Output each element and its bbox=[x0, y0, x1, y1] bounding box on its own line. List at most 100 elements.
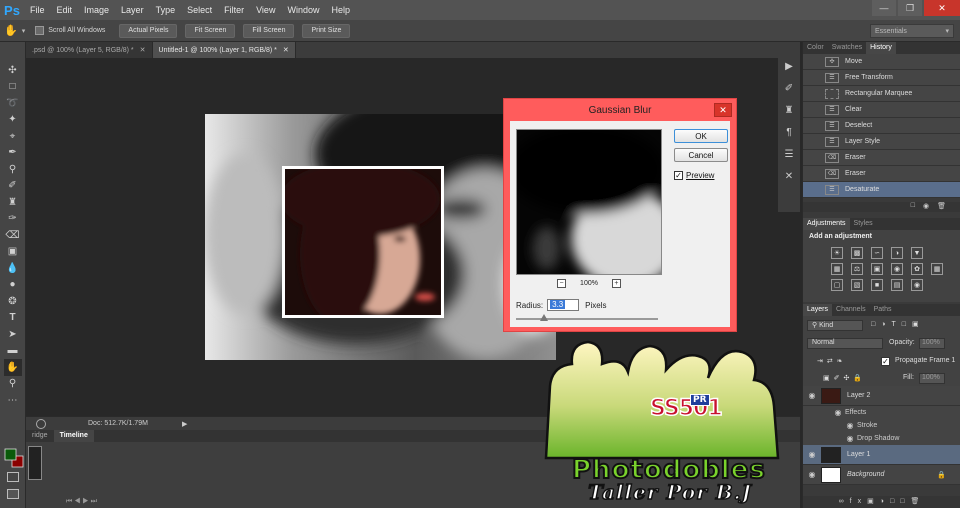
character-panel-icon[interactable]: ¶ bbox=[781, 124, 797, 140]
channel-mixer-icon[interactable]: ✿ bbox=[911, 263, 923, 275]
ok-button[interactable]: OK bbox=[674, 129, 728, 143]
magic-wand-tool-icon[interactable]: ✦ bbox=[4, 112, 22, 129]
radius-slider-thumb[interactable] bbox=[540, 314, 548, 321]
history-item[interactable]: ✣ Move bbox=[803, 54, 960, 70]
hand-tool-icon[interactable]: ✋ bbox=[4, 24, 18, 37]
history-item[interactable]: ☰ Deselect bbox=[803, 118, 960, 134]
tab-channels[interactable]: Channels bbox=[832, 304, 870, 316]
eyedropper-tool-icon[interactable]: ✒ bbox=[4, 145, 22, 162]
shape-tool-icon[interactable]: ▬ bbox=[4, 343, 22, 360]
zoom-out-button[interactable]: − bbox=[557, 278, 567, 288]
tab-paths[interactable]: Paths bbox=[870, 304, 896, 316]
history-brush-tool-icon[interactable]: ✑ bbox=[4, 211, 22, 228]
curves-icon[interactable]: ∽ bbox=[871, 247, 883, 259]
tab-color[interactable]: Color bbox=[803, 42, 828, 54]
gradient-tool-icon[interactable]: ▣ bbox=[4, 244, 22, 261]
filter-preview[interactable] bbox=[516, 129, 662, 275]
radius-input[interactable]: 3.3 bbox=[547, 299, 580, 311]
brush-tool-icon[interactable]: ✐ bbox=[4, 178, 22, 195]
clone-stamp-tool-icon[interactable]: ♜ bbox=[4, 194, 22, 211]
dialog-title-bar[interactable]: Gaussian Blur ✕ bbox=[504, 99, 736, 121]
fit-screen-button[interactable]: Fit Screen bbox=[185, 23, 236, 38]
screen-mode-icon[interactable] bbox=[7, 489, 19, 499]
levels-icon[interactable]: ▩ bbox=[851, 247, 863, 259]
black-white-icon[interactable]: ▣ bbox=[871, 263, 883, 275]
menu-image[interactable]: Image bbox=[78, 0, 115, 20]
lock-icons[interactable]: ▣✐✣🔒 bbox=[823, 374, 866, 382]
tool-presets-icon[interactable]: ☰ bbox=[781, 146, 797, 162]
crop-tool-icon[interactable]: ⌖ bbox=[4, 128, 22, 145]
history-item[interactable]: Rectangular Marquee bbox=[803, 86, 960, 102]
eraser-tool-icon[interactable]: ⌫ bbox=[4, 227, 22, 244]
pen-tool-icon[interactable]: ❂ bbox=[4, 293, 22, 310]
effects-row[interactable]: ◉ Effects bbox=[803, 406, 960, 419]
more-tools-icon[interactable]: ⋯ bbox=[4, 392, 22, 409]
hand-tool-icon[interactable]: ✋ bbox=[3, 359, 22, 376]
blend-mode-select[interactable]: Normal bbox=[807, 338, 883, 349]
marquee-tool-icon[interactable]: □ bbox=[4, 79, 22, 96]
hue-saturation-icon[interactable]: ▦ bbox=[831, 263, 843, 275]
tab-styles[interactable]: Styles bbox=[850, 218, 877, 230]
menu-view[interactable]: View bbox=[250, 0, 281, 20]
unify-icons[interactable]: ⇥⇄❧ bbox=[817, 357, 847, 365]
layer-row[interactable]: ◉ Background 🔒 bbox=[803, 465, 960, 485]
selective-color-icon[interactable]: ◉ bbox=[911, 279, 923, 291]
eye-icon[interactable]: ◉ bbox=[831, 408, 845, 417]
timeline-frame-thumbnail[interactable] bbox=[28, 446, 42, 480]
doc-tab-psd[interactable]: .psd @ 100% (Layer 5, RGB/8) * ✕ bbox=[26, 42, 153, 58]
link-icon[interactable]: ∞ bbox=[839, 498, 850, 505]
path-selection-tool-icon[interactable]: ➤ bbox=[4, 326, 22, 343]
history-item[interactable]: ⌫ Eraser bbox=[803, 166, 960, 182]
tools-panel-icon[interactable]: ✕ bbox=[781, 168, 797, 184]
eye-icon[interactable]: ◉ bbox=[803, 391, 821, 400]
close-icon[interactable]: ✕ bbox=[140, 46, 146, 54]
effect-stroke-row[interactable]: ◉ Stroke bbox=[803, 419, 960, 432]
folder-icon[interactable]: □ bbox=[890, 498, 900, 505]
invert-icon[interactable]: ▢ bbox=[831, 279, 843, 291]
history-item[interactable]: ☰ Layer Style bbox=[803, 134, 960, 150]
trash-icon[interactable]: 🗑 bbox=[937, 202, 946, 212]
tab-mini-bridge[interactable]: ridge bbox=[26, 430, 54, 442]
dodge-tool-icon[interactable]: ● bbox=[4, 277, 22, 294]
print-size-button[interactable]: Print Size bbox=[302, 23, 351, 38]
propagate-frame-checkbox[interactable]: ✓ bbox=[881, 357, 890, 366]
actual-pixels-button[interactable]: Actual Pixels bbox=[119, 23, 178, 38]
tab-adjustments[interactable]: Adjustments bbox=[803, 218, 850, 230]
restore-button[interactable]: ❐ bbox=[898, 0, 922, 16]
fx-icon[interactable]: fx bbox=[850, 498, 867, 505]
history-item[interactable]: ☰ Clear bbox=[803, 102, 960, 118]
zoom-tool-icon[interactable]: ⚲ bbox=[4, 376, 22, 393]
clone-source-icon[interactable]: ♜ bbox=[781, 102, 797, 118]
close-window-button[interactable]: ✕ bbox=[924, 0, 960, 16]
status-arrow-icon[interactable]: ▶ bbox=[182, 420, 187, 428]
menu-layer[interactable]: Layer bbox=[115, 0, 150, 20]
eye-icon[interactable]: ◉ bbox=[843, 434, 857, 443]
effect-drop-shadow-row[interactable]: ◉ Drop Shadow bbox=[803, 432, 960, 445]
tab-swatches[interactable]: Swatches bbox=[828, 42, 866, 54]
new-document-icon[interactable]: □ bbox=[911, 202, 915, 212]
zoom-in-button[interactable]: + bbox=[611, 278, 621, 288]
brightness-icon[interactable]: ☀ bbox=[831, 247, 843, 259]
menu-window[interactable]: Window bbox=[281, 0, 325, 20]
scroll-all-windows-checkbox[interactable] bbox=[35, 26, 45, 35]
minimize-button[interactable]: — bbox=[872, 0, 896, 16]
vibrance-icon[interactable]: ▼ bbox=[911, 247, 923, 259]
color-balance-icon[interactable]: ⚖ bbox=[851, 263, 863, 275]
tab-history[interactable]: History bbox=[866, 42, 896, 54]
history-item[interactable]: ☰ Free Transform bbox=[803, 70, 960, 86]
fill-input[interactable]: 100% bbox=[919, 373, 945, 384]
eye-icon[interactable]: ◉ bbox=[803, 470, 821, 479]
layer-row[interactable]: ◉ Layer 2 bbox=[803, 386, 960, 406]
lasso-tool-icon[interactable]: ➰ bbox=[4, 95, 22, 112]
tab-layers[interactable]: Layers bbox=[803, 304, 833, 316]
move-tool-icon[interactable]: ✣ bbox=[4, 62, 22, 79]
new-layer-icon[interactable]: □ bbox=[900, 498, 910, 505]
dialog-close-button[interactable]: ✕ bbox=[714, 103, 732, 117]
foreground-background-color-swatch[interactable] bbox=[4, 448, 24, 468]
menu-edit[interactable]: Edit bbox=[51, 0, 79, 20]
mask-icon[interactable]: ▣ bbox=[867, 498, 880, 505]
status-menu-icon[interactable] bbox=[36, 418, 46, 429]
camera-icon[interactable]: ◉ bbox=[923, 202, 929, 212]
cancel-button[interactable]: Cancel bbox=[674, 148, 728, 162]
play-icon[interactable]: ▶ bbox=[781, 58, 797, 74]
